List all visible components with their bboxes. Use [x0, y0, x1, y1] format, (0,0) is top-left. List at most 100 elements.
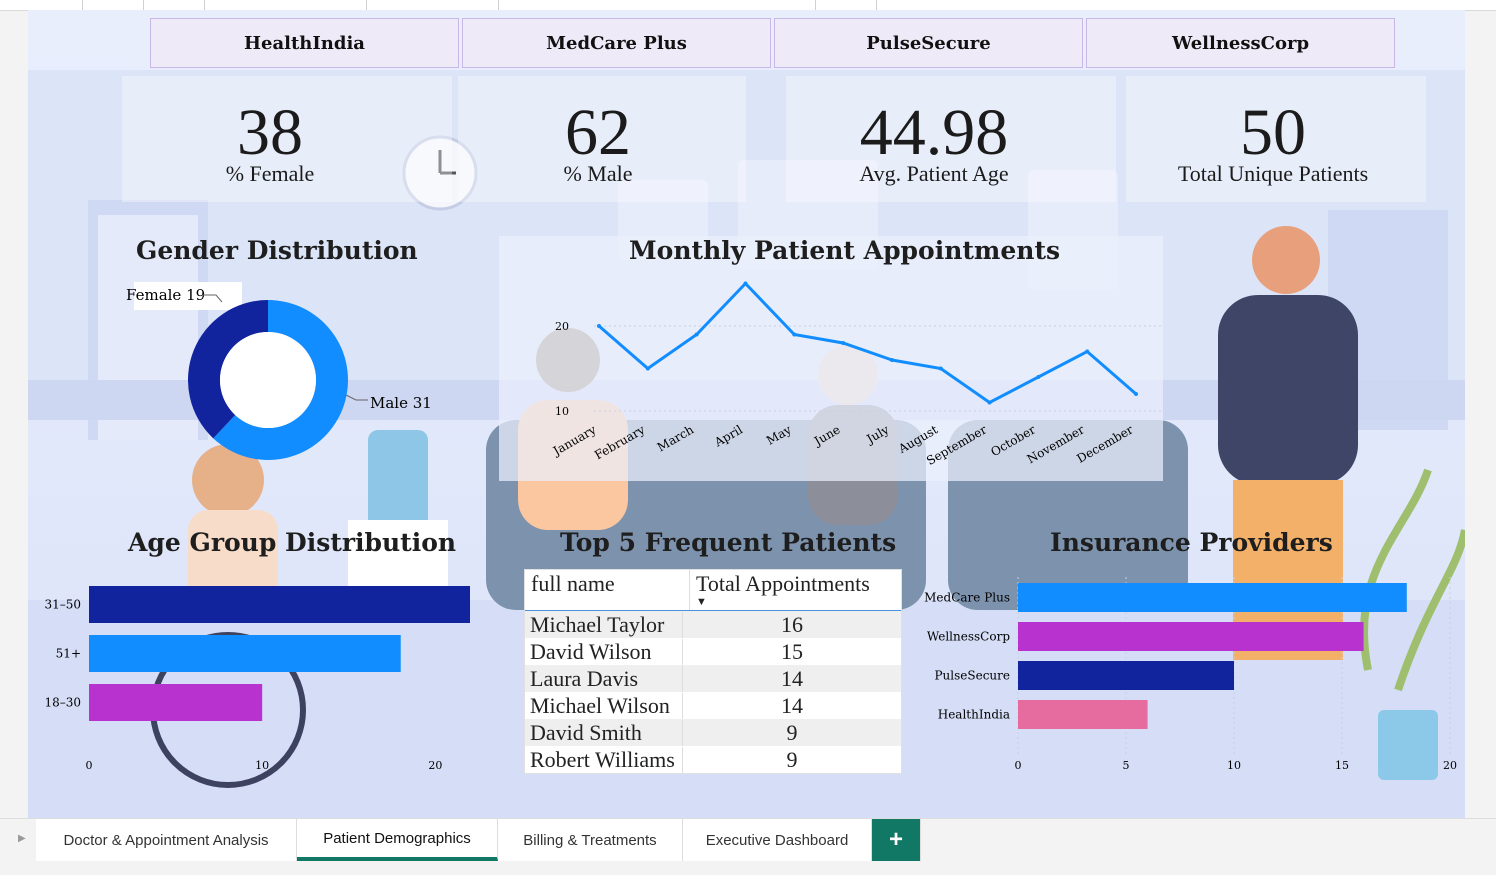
- table-row[interactable]: Michael Wilson 14: [525, 692, 901, 719]
- bar-wellnesscorp[interactable]: [1018, 622, 1364, 651]
- table-row[interactable]: David Wilson 15: [525, 638, 901, 665]
- data-point-december[interactable]: [1134, 392, 1138, 396]
- cell-full-name: Robert Williams: [530, 746, 675, 772]
- female-label: Female 19: [126, 286, 205, 304]
- tab-executive-dashboard[interactable]: Executive Dashboard: [683, 819, 872, 861]
- filter-tile-wellnesscorp[interactable]: WellnessCorp: [1086, 18, 1395, 68]
- cell-total-appointments: 9: [682, 746, 901, 773]
- bar-51-[interactable]: [89, 635, 401, 672]
- tab-scroll-arrow-icon[interactable]: ▶: [18, 833, 26, 844]
- bar-healthindia[interactable]: [1018, 700, 1148, 729]
- cell-total-appointments: 15: [682, 638, 901, 665]
- x-tick-label: March: [655, 422, 697, 454]
- bar-pulsesecure[interactable]: [1018, 661, 1234, 690]
- x-tick-label: 20: [428, 759, 442, 772]
- kpi-male-pct: 62 % Male: [448, 98, 748, 186]
- x-tick-label: January: [549, 422, 599, 459]
- x-tick-label: February: [592, 422, 647, 462]
- x-tick-label: April: [711, 422, 745, 450]
- add-page-button[interactable]: +: [872, 819, 921, 861]
- data-point-june[interactable]: [841, 341, 846, 345]
- data-point-october[interactable]: [1036, 375, 1041, 379]
- tab-doctor-appointment-analysis[interactable]: Doctor & Appointment Analysis: [36, 819, 297, 861]
- gender-donut-chart[interactable]: Female 19 Male 31: [118, 280, 448, 460]
- table-row[interactable]: David Smith 9: [525, 719, 901, 746]
- x-tick-label: 15: [1335, 759, 1349, 772]
- data-point-august[interactable]: [938, 366, 943, 371]
- category-label: 51+: [56, 647, 81, 661]
- x-tick-label: June: [810, 422, 842, 449]
- filter-tile-pulsesecure[interactable]: PulseSecure: [774, 18, 1083, 68]
- x-tick-label: 20: [1443, 759, 1457, 772]
- gender-chart-title: Gender Distribution: [136, 236, 418, 265]
- col-header-total-appointments[interactable]: Total Appointments ▼: [689, 570, 901, 610]
- kpi-label: Total Unique Patients: [1177, 161, 1369, 186]
- data-point-january[interactable]: [597, 324, 601, 328]
- data-point-november[interactable]: [1085, 349, 1090, 354]
- insurance-bar-chart[interactable]: 0 5 10 15 20 MedCare Plus WellnessCorp PulseSec…: [908, 575, 1465, 775]
- x-tick-label: December: [1074, 422, 1135, 465]
- category-label: PulseSecure: [934, 669, 1010, 683]
- donut-hole: [220, 332, 316, 428]
- category-label: 31–50: [44, 598, 81, 612]
- data-point-may[interactable]: [792, 332, 797, 337]
- kpi-value: 44.98: [859, 96, 1009, 169]
- insurance-chart-title: Insurance Providers: [1050, 528, 1333, 557]
- table-header: full name Total Appointments ▼: [525, 570, 901, 611]
- category-label: HealthIndia: [938, 708, 1010, 722]
- appointments-line[interactable]: [598, 281, 1137, 405]
- x-tick-label: July: [863, 422, 892, 447]
- cell-full-name: Michael Taylor: [530, 611, 665, 637]
- tab-billing-treatments[interactable]: Billing & Treatments: [498, 819, 683, 861]
- tab-patient-demographics[interactable]: Patient Demographics: [297, 819, 498, 861]
- kpi-value: 62: [565, 96, 631, 169]
- category-label: 18–30: [44, 696, 81, 710]
- kpi-value: 50: [1240, 96, 1306, 169]
- male-leader-line: [343, 393, 368, 401]
- x-tick-label: 5: [1123, 759, 1130, 772]
- cell-full-name: David Wilson: [530, 638, 652, 664]
- cell-total-appointments: 14: [682, 692, 901, 719]
- category-label: WellnessCorp: [927, 630, 1010, 644]
- kpi-unique-patients: 50 Total Unique Patients: [1123, 98, 1423, 186]
- table-row[interactable]: Michael Taylor 16: [525, 611, 901, 638]
- sort-desc-icon[interactable]: ▼: [696, 596, 707, 608]
- top5-table[interactable]: full name Total Appointments ▼ Michael T…: [524, 569, 902, 774]
- male-label: Male 31: [370, 394, 432, 412]
- category-label: MedCare Plus: [924, 591, 1010, 605]
- kpi-value: 38: [237, 96, 303, 169]
- monthly-line-chart[interactable]: 10 20 JanuaryFebruary March April May June July…: [499, 268, 1163, 478]
- cell-full-name: Michael Wilson: [530, 692, 670, 718]
- bar-medcare-plus[interactable]: [1018, 583, 1407, 612]
- filter-tile-medcare-plus[interactable]: MedCare Plus: [462, 18, 771, 68]
- data-point-september[interactable]: [987, 400, 992, 405]
- data-point-april[interactable]: [743, 281, 748, 286]
- table-body: Michael Taylor 16 David Wilson 15 Laura Davi…: [525, 611, 901, 773]
- col-header-full-name[interactable]: full name: [525, 570, 689, 610]
- cell-total-appointments: 14: [682, 665, 901, 692]
- x-tick-label: 0: [86, 759, 93, 772]
- cell-total-appointments: 16: [682, 611, 901, 638]
- x-tick-label: 10: [255, 759, 269, 772]
- sheet-tab-bar: ▶ Doctor & Appointment Analysis Patient …: [0, 818, 1496, 875]
- bar-31-50[interactable]: [89, 586, 470, 623]
- x-tick-label: 0: [1015, 759, 1022, 772]
- filter-tile-healthindia[interactable]: HealthIndia: [150, 18, 459, 68]
- report-canvas: HealthIndia MedCare Plus PulseSecure Wel…: [28, 10, 1465, 818]
- y-tick-label: 10: [555, 405, 569, 418]
- age-bar-chart[interactable]: 0 10 20 31–50 51+ 18–30: [28, 575, 488, 775]
- kpi-female-pct: 38 % Female: [120, 98, 420, 186]
- bar-18-30[interactable]: [89, 684, 263, 721]
- cell-total-appointments: 9: [682, 719, 901, 746]
- data-point-july[interactable]: [889, 358, 894, 362]
- kpi-label: % Female: [225, 161, 315, 186]
- table-row[interactable]: Robert Williams 9: [525, 746, 901, 773]
- table-row[interactable]: Laura Davis 14: [525, 665, 901, 692]
- data-point-february[interactable]: [645, 366, 650, 371]
- x-tick-label: May: [764, 422, 794, 447]
- monthly-chart-title: Monthly Patient Appointments: [629, 236, 1061, 265]
- age-chart-title: Age Group Distribution: [128, 528, 457, 557]
- cell-full-name: David Smith: [530, 719, 642, 745]
- data-point-march[interactable]: [694, 332, 699, 337]
- kpi-avg-age: 44.98 Avg. Patient Age: [784, 98, 1084, 186]
